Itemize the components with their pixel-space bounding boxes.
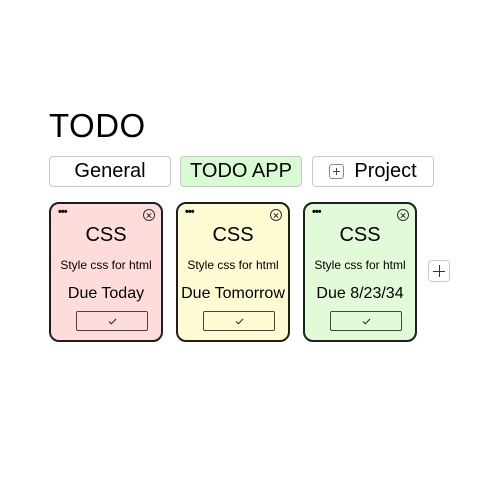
- card-title: CSS: [212, 224, 254, 246]
- card-due-date: Due Today: [67, 285, 145, 302]
- todo-card: ••• CSS Style css for html Due 8/23/34: [303, 202, 417, 342]
- complete-button[interactable]: [76, 311, 148, 331]
- close-icon[interactable]: [143, 209, 155, 221]
- ellipsis-icon[interactable]: •••: [312, 207, 322, 218]
- plus-icon: [329, 164, 345, 179]
- todo-card: ••• CSS Style css for html Due Today: [49, 202, 163, 342]
- todo-card: ••• CSS Style css for html Due Tomorrow: [176, 202, 290, 342]
- ellipsis-icon[interactable]: •••: [58, 207, 68, 218]
- card-description: Style css for html: [314, 258, 406, 272]
- add-card-button[interactable]: [428, 260, 450, 282]
- card-title: CSS: [85, 224, 127, 246]
- close-icon[interactable]: [270, 209, 282, 221]
- card-title: CSS: [339, 224, 381, 246]
- complete-button[interactable]: [203, 311, 275, 331]
- tab-add-project[interactable]: Project: [312, 156, 434, 187]
- card-description: Style css for html: [187, 258, 279, 272]
- ellipsis-icon[interactable]: •••: [185, 207, 195, 218]
- tab-todo-app[interactable]: TODO APP: [180, 156, 302, 187]
- page-title: TODO: [49, 107, 146, 144]
- tab-general[interactable]: General: [49, 156, 171, 187]
- card-description: Style css for html: [60, 258, 152, 272]
- close-icon[interactable]: [397, 209, 409, 221]
- check-icon: [362, 318, 370, 325]
- card-due-date: Due 8/23/34: [316, 285, 404, 302]
- check-icon: [108, 318, 116, 325]
- todo-app: TODO General TODO APP Project ••• CSS St…: [0, 0, 500, 500]
- complete-button[interactable]: [330, 311, 402, 331]
- check-icon: [235, 318, 243, 325]
- tab-project-label: Project: [354, 160, 417, 182]
- card-due-date: Due Tomorrow: [181, 285, 285, 302]
